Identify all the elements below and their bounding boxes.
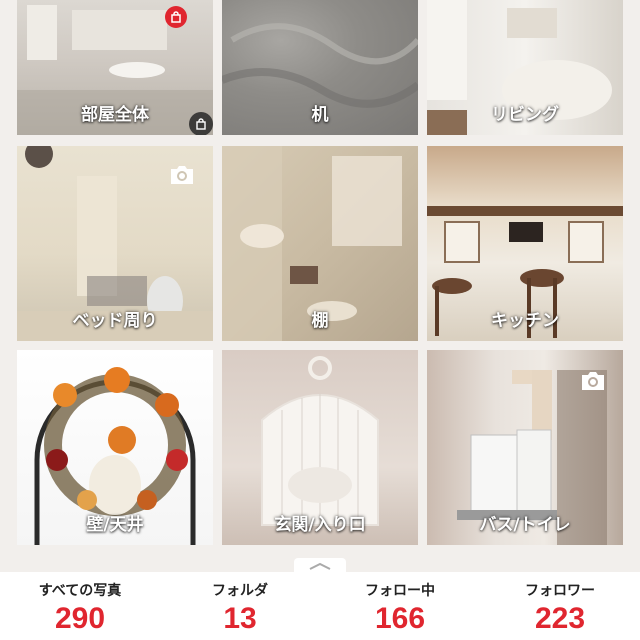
stat-value: 223 xyxy=(534,602,586,635)
folder-tile-entrance[interactable]: 玄関/入り口 xyxy=(222,350,418,545)
folder-tile-bath-toilet[interactable]: バス/トイレ xyxy=(427,350,623,545)
stat-value: 290 xyxy=(54,602,106,635)
stat-value: 166 xyxy=(374,602,426,635)
bag-badge-icon xyxy=(165,6,187,28)
stat-label: フォロワー xyxy=(525,583,595,599)
folder-tile-shelf[interactable]: 棚 xyxy=(222,146,418,341)
folder-label: リビング xyxy=(491,105,559,125)
folder-label: キッチン xyxy=(491,311,559,331)
folder-tile-room-overall[interactable]: 部屋全体 xyxy=(17,0,213,135)
profile-stats-bar: すべての写真 290 フォルダ 13 フォロー中 166 フォロワー 223 xyxy=(0,572,640,640)
folder-tile-bedside[interactable]: ベッド周り xyxy=(17,146,213,341)
folder-grid: 部屋全体 机 リビング ベッド周り 棚 キッチン 壁/天井 玄関/入り口 バス/… xyxy=(0,0,640,570)
stat-label: フォロー中 xyxy=(365,583,435,599)
camera-icon xyxy=(579,368,607,394)
stat-following[interactable]: フォロー中 166 xyxy=(320,572,480,640)
shopping-bag-icon xyxy=(189,112,213,135)
stat-label: すべての写真 xyxy=(38,583,122,599)
stat-label: フォルダ xyxy=(212,583,268,599)
folder-label: 壁/天井 xyxy=(86,515,144,535)
folder-label: 玄関/入り口 xyxy=(274,515,366,535)
stat-followers[interactable]: フォロワー 223 xyxy=(480,572,640,640)
chevron-up-icon xyxy=(309,562,331,570)
stat-value: 13 xyxy=(223,602,257,635)
folder-tile-wall-ceiling[interactable]: 壁/天井 xyxy=(17,350,213,545)
stat-all-photos[interactable]: すべての写真 290 xyxy=(0,572,160,640)
folder-label: バス/トイレ xyxy=(479,515,571,535)
folder-label: 棚 xyxy=(311,311,329,331)
folder-tile-desk[interactable]: 机 xyxy=(222,0,418,135)
folder-tile-kitchen[interactable]: キッチン xyxy=(427,146,623,341)
folder-label: ベッド周り xyxy=(72,311,158,331)
folder-tile-living[interactable]: リビング xyxy=(427,0,623,135)
folder-label: 机 xyxy=(311,105,329,125)
camera-icon xyxy=(168,162,196,188)
stat-folders[interactable]: フォルダ 13 xyxy=(160,572,320,640)
folder-label: 部屋全体 xyxy=(81,105,149,125)
